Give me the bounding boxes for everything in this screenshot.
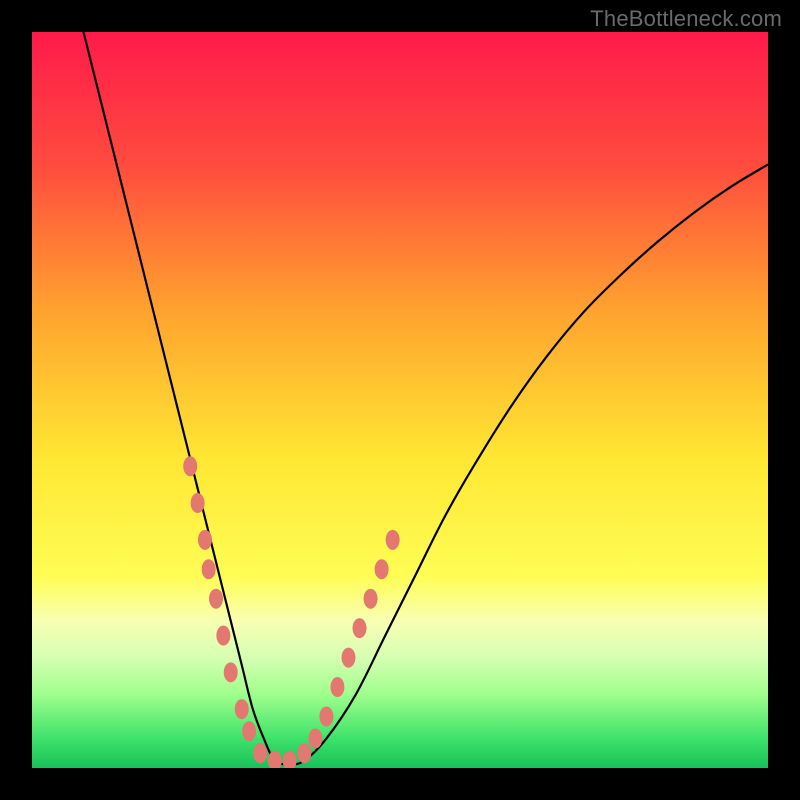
data-marker [191,493,205,513]
data-marker [283,751,297,768]
data-marker [353,618,367,638]
data-marker [319,706,333,726]
data-marker [202,559,216,579]
data-marker [242,721,256,741]
data-marker [209,589,223,609]
data-marker [308,729,322,749]
bottleneck-curve [84,32,768,764]
data-marker [253,743,267,763]
data-marker [386,530,400,550]
plot-area [32,32,768,768]
marker-group [183,456,399,768]
data-marker [216,626,230,646]
chart-frame: TheBottleneck.com [0,0,800,800]
data-marker [235,699,249,719]
data-marker [224,662,238,682]
data-marker [341,648,355,668]
data-marker [183,456,197,476]
curve-layer [32,32,768,768]
data-marker [375,559,389,579]
data-marker [198,530,212,550]
watermark-text: TheBottleneck.com [590,6,782,32]
data-marker [297,743,311,763]
data-marker [364,589,378,609]
data-marker [330,677,344,697]
